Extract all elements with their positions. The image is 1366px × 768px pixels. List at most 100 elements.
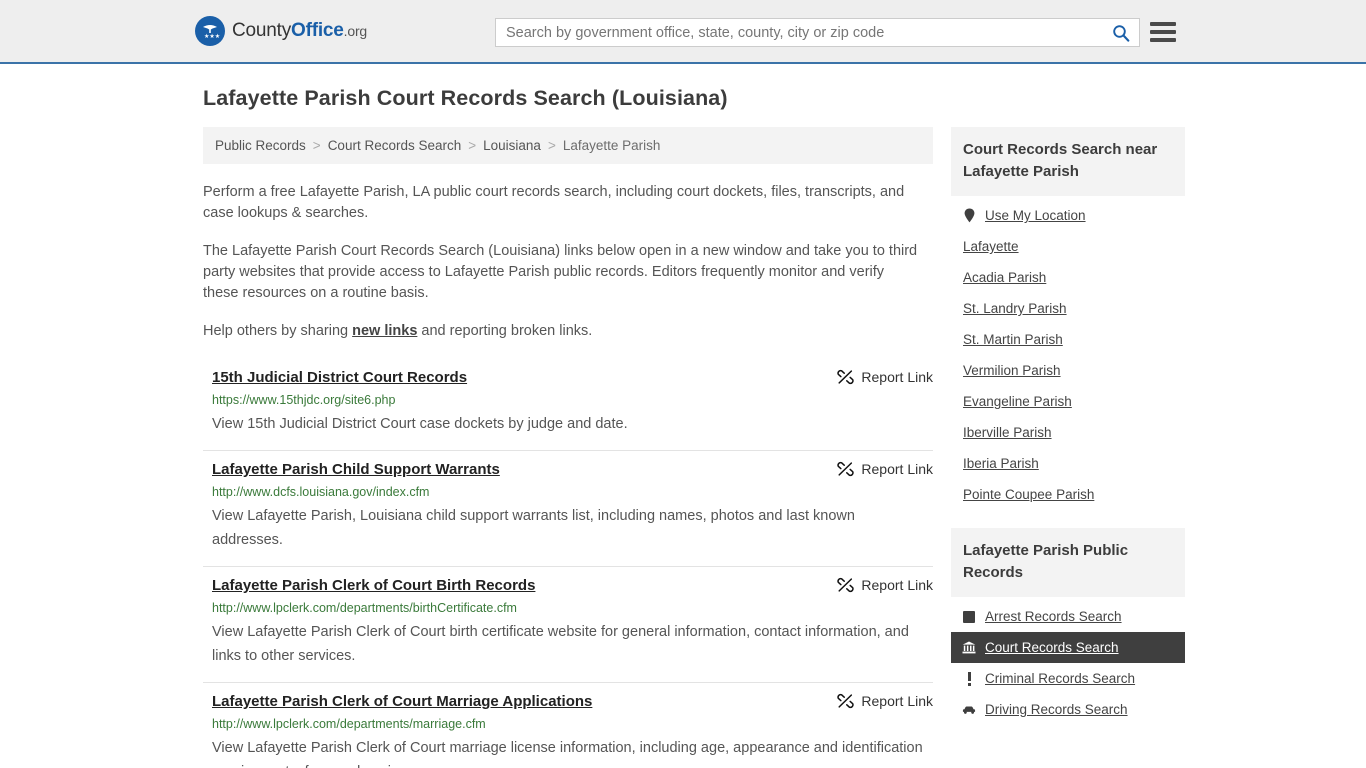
sidebar-item-use-my-location[interactable]: Use My Location xyxy=(951,200,1185,231)
map-pin-icon xyxy=(962,208,976,223)
broken-link-icon xyxy=(837,577,855,593)
logo-text-org: .org xyxy=(343,23,368,39)
broken-link-icon xyxy=(837,461,855,477)
sidebar-item-st-landry-parish[interactable]: St. Landry Parish xyxy=(951,293,1185,324)
report-link-button[interactable]: Report Link xyxy=(837,577,933,593)
breadcrumb-item-lafayette-parish: Lafayette Parish xyxy=(562,138,661,153)
sidebar-item-label: Lafayette xyxy=(963,239,1019,254)
report-link-label: Report Link xyxy=(861,577,933,593)
sidebar-item-pointe-coupee-parish[interactable]: Pointe Coupee Parish xyxy=(951,479,1185,510)
sidebar-item-label: Use My Location xyxy=(985,208,1086,223)
report-link-label: Report Link xyxy=(861,369,933,385)
search-button[interactable] xyxy=(1103,19,1139,46)
result-title-link[interactable]: Lafayette Parish Child Support Warrants xyxy=(212,460,514,479)
eagle-shield-logo-icon: ★★★ xyxy=(195,16,225,46)
result-url[interactable]: http://www.lpclerk.com/departments/birth… xyxy=(212,600,933,617)
menu-bar-3 xyxy=(1150,38,1176,42)
sidebar-item-lafayette[interactable]: Lafayette xyxy=(951,231,1185,262)
intro-paragraph-3: Help others by sharing new links and rep… xyxy=(203,321,921,342)
result-url[interactable]: http://www.dcfs.louisiana.gov/index.cfm xyxy=(212,484,933,501)
sidebar-item-driving-records-search[interactable]: Driving Records Search xyxy=(951,694,1185,725)
exclamation-icon xyxy=(962,671,976,686)
sidebar-item-label: Pointe Coupee Parish xyxy=(963,487,1095,502)
intro-p3-after: and reporting broken links. xyxy=(417,323,593,339)
result-item: Lafayette Parish Clerk of Court Marriage… xyxy=(203,683,933,768)
sidebar-item-label: Vermilion Parish xyxy=(963,363,1061,378)
intro-p3-before: Help others by sharing xyxy=(203,323,353,339)
sidebar-item-label: St. Landry Parish xyxy=(963,301,1067,316)
sidebar-item-vermilion-parish[interactable]: Vermilion Parish xyxy=(951,355,1185,386)
site-logo[interactable]: ★★★ CountyOffice.org xyxy=(195,16,367,46)
sidebar-item-acadia-parish[interactable]: Acadia Parish xyxy=(951,262,1185,293)
menu-bar-1 xyxy=(1150,22,1176,26)
results-list: 15th Judicial District Court Records Rep… xyxy=(203,359,933,768)
sidebar-public-records-box: Lafayette Parish Public Records Arrest R… xyxy=(951,528,1185,725)
report-link-button[interactable]: Report Link xyxy=(837,369,933,385)
breadcrumb-item-louisiana[interactable]: Louisiana xyxy=(483,138,541,153)
breadcrumb: Public Records > Court Records Search > … xyxy=(203,127,933,164)
intro-paragraph-2: The Lafayette Parish Court Records Searc… xyxy=(203,243,918,301)
result-description: View Lafayette Parish Clerk of Court mar… xyxy=(212,740,923,768)
logo-text-office: Office xyxy=(291,20,344,41)
search-input[interactable] xyxy=(496,19,1103,46)
sidebar-public-records-header: Lafayette Parish Public Records xyxy=(951,528,1185,597)
sidebar-item-label: Criminal Records Search xyxy=(985,671,1136,686)
sidebar-item-label: Court Records Search xyxy=(985,640,1119,655)
sidebar-nearby-list: Use My Location Lafayette Acadia Parish … xyxy=(951,196,1185,510)
report-link-button[interactable]: Report Link xyxy=(837,693,933,709)
breadcrumb-separator: > xyxy=(547,138,556,153)
broken-link-icon xyxy=(837,369,855,385)
result-description: View 15th Judicial District Court case d… xyxy=(212,416,628,432)
sidebar-item-label: Arrest Records Search xyxy=(985,609,1122,624)
result-header: Lafayette Parish Clerk of Court Birth Re… xyxy=(212,576,933,595)
result-title-link[interactable]: 15th Judicial District Court Records xyxy=(212,368,481,387)
sidebar-item-label: St. Martin Parish xyxy=(963,332,1063,347)
search-bar[interactable] xyxy=(495,18,1140,47)
sidebar-item-arrest-records-search[interactable]: Arrest Records Search xyxy=(951,601,1185,632)
sidebar-public-records-list: Arrest Records Search Court Records Sear… xyxy=(951,597,1185,725)
report-link-label: Report Link xyxy=(861,461,933,477)
broken-link-icon xyxy=(837,693,855,709)
result-title-link[interactable]: Lafayette Parish Clerk of Court Birth Re… xyxy=(212,576,549,595)
site-header: ★★★ CountyOffice.org xyxy=(0,0,1366,64)
intro-paragraph-1: Perform a free Lafayette Parish, LA publ… xyxy=(203,184,905,221)
sidebar: Court Records Search near Lafayette Pari… xyxy=(951,127,1185,743)
sidebar-item-label: Driving Records Search xyxy=(985,702,1128,717)
page-title: Lafayette Parish Court Records Search (L… xyxy=(203,86,728,110)
result-title-link[interactable]: Lafayette Parish Clerk of Court Marriage… xyxy=(212,692,606,711)
courthouse-icon xyxy=(962,640,976,655)
sidebar-item-court-records-search[interactable]: Court Records Search xyxy=(951,632,1185,663)
site-logo-text: CountyOffice.org xyxy=(232,20,367,42)
hamburger-menu-icon[interactable] xyxy=(1150,20,1176,44)
result-description: View Lafayette Parish Clerk of Court bir… xyxy=(212,624,909,664)
breadcrumb-item-public-records[interactable]: Public Records xyxy=(215,138,306,153)
breadcrumb-separator: > xyxy=(312,138,321,153)
logo-text-county: County xyxy=(232,20,292,41)
main-column: Public Records > Court Records Search > … xyxy=(203,127,933,768)
sidebar-item-evangeline-parish[interactable]: Evangeline Parish xyxy=(951,386,1185,417)
result-url[interactable]: https://www.15thjdc.org/site6.php xyxy=(212,392,933,409)
sidebar-item-criminal-records-search[interactable]: Criminal Records Search xyxy=(951,663,1185,694)
square-badge-icon xyxy=(962,609,976,624)
new-links-link[interactable]: new links xyxy=(352,323,417,339)
search-icon xyxy=(1112,24,1130,42)
car-icon xyxy=(962,702,976,717)
sidebar-item-label: Iberville Parish xyxy=(963,425,1052,440)
page-body: Lafayette Parish Court Records Search (L… xyxy=(0,64,1366,768)
sidebar-item-st-martin-parish[interactable]: St. Martin Parish xyxy=(951,324,1185,355)
content-layout: Public Records > Court Records Search > … xyxy=(0,127,1366,768)
sidebar-item-iberville-parish[interactable]: Iberville Parish xyxy=(951,417,1185,448)
result-header: Lafayette Parish Child Support Warrants … xyxy=(212,460,933,479)
report-link-label: Report Link xyxy=(861,693,933,709)
sidebar-item-iberia-parish[interactable]: Iberia Parish xyxy=(951,448,1185,479)
sidebar-nearby-header: Court Records Search near Lafayette Pari… xyxy=(951,127,1185,196)
sidebar-item-label: Evangeline Parish xyxy=(963,394,1072,409)
svg-text:★★★: ★★★ xyxy=(204,33,220,40)
result-item: Lafayette Parish Clerk of Court Birth Re… xyxy=(203,567,933,683)
breadcrumb-item-court-records-search[interactable]: Court Records Search xyxy=(328,138,462,153)
result-item: 15th Judicial District Court Records Rep… xyxy=(203,359,933,451)
result-url[interactable]: http://www.lpclerk.com/departments/marri… xyxy=(212,716,933,733)
sidebar-nearby-box: Court Records Search near Lafayette Pari… xyxy=(951,127,1185,510)
breadcrumb-separator: > xyxy=(468,138,477,153)
report-link-button[interactable]: Report Link xyxy=(837,461,933,477)
